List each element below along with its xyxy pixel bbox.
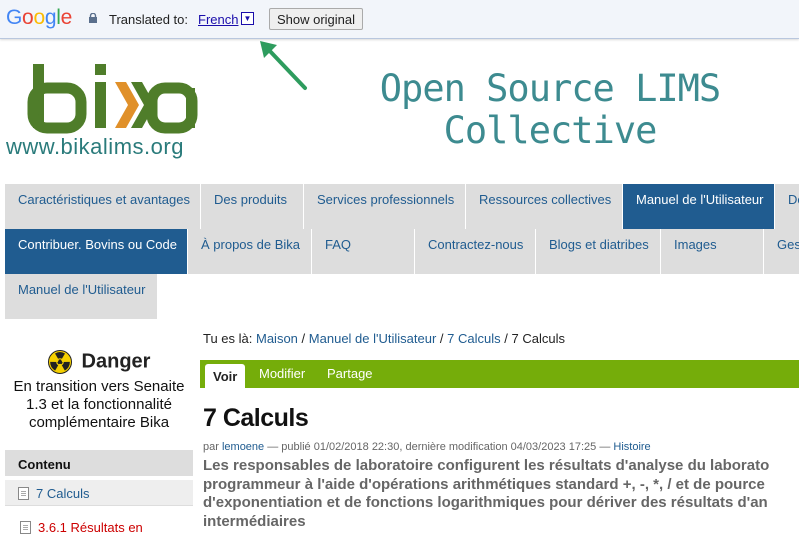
breadcrumb: Tu es là: Maison / Manuel de l'Utilisate… (203, 331, 565, 346)
language-dropdown-icon[interactable]: ▼ (241, 12, 254, 25)
nav-faq[interactable]: FAQ (312, 229, 415, 274)
nav-blogs[interactable]: Blogs et diatribes (536, 229, 661, 274)
toc-subitem[interactable]: 3.6.1 Résultats en (20, 520, 143, 535)
danger-line: complémentaire Bika (28, 414, 170, 431)
nav-row-3: Manuel de l'Utilisateur (5, 274, 799, 319)
nav-row-1: Caractéristiques et avantages Des produi… (5, 184, 799, 229)
nav-contact[interactable]: Contractez-nous (415, 229, 536, 274)
nav-about[interactable]: À propos de Bika (188, 229, 312, 274)
nav-user-manual[interactable]: Manuel de l'Utilisateur (623, 184, 775, 229)
toc-subitem-label: 3.6.1 Résultats en (38, 520, 143, 535)
radiation-icon (47, 350, 72, 374)
danger-title: Danger (81, 350, 151, 373)
toc-item-label: 7 Calculs (36, 486, 90, 501)
breadcrumb-user-manual[interactable]: Manuel de l'Utilisateur (309, 331, 437, 346)
nav-images[interactable]: Images (661, 229, 764, 274)
nav-user-manual-2[interactable]: Manuel de l'Utilisateur (5, 274, 158, 319)
toc-item[interactable]: 7 Calculs (5, 480, 193, 506)
document-icon (18, 487, 29, 500)
nav-services[interactable]: Services professionnels (304, 184, 466, 229)
breadcrumb-sep: / (504, 331, 508, 346)
arrow-annotation-icon (260, 41, 307, 90)
breadcrumb-calculs[interactable]: 7 Calculs (447, 331, 500, 346)
nav-features[interactable]: Caractéristiques et avantages (5, 184, 201, 229)
language-link[interactable]: French (198, 12, 238, 27)
description: Les responsables de laboratoire configur… (203, 457, 799, 531)
breadcrumb-sep: / (439, 331, 444, 346)
translate-bar: Google Translated to: French ▼ Show orig… (0, 0, 799, 39)
document-icon (20, 521, 31, 534)
lock-icon (89, 13, 97, 23)
byline-meta: — publié 01/02/2018 22:30, dernière modi… (267, 441, 611, 453)
description-line: Les responsables de laboratoire configur… (203, 457, 770, 474)
nav-contribute[interactable]: Contribuer. Bovins ou Code (5, 229, 188, 274)
content-tabs: Voir Modifier Partage (200, 360, 799, 388)
translated-to-label: Translated to: (109, 12, 189, 27)
danger-text: En transition vers Senaite 1.3 et la fon… (5, 378, 193, 432)
nav-resources[interactable]: Ressources collectives (466, 184, 623, 229)
danger-heading: Danger (5, 350, 193, 374)
tab-share[interactable]: Partage (327, 366, 373, 381)
page-title: 7 Calculs (203, 404, 309, 432)
nav-more[interactable]: De (775, 184, 799, 229)
tagline-line2: Collective (443, 109, 658, 152)
nav-products[interactable]: Des produits (201, 184, 304, 229)
nav-ges[interactable]: Ges (764, 229, 799, 274)
author-link[interactable]: lemoene (222, 441, 264, 453)
description-line: intermédiaires (203, 512, 306, 530)
nav-row-2: Contribuer. Bovins ou Code À propos de B… (5, 229, 799, 274)
show-original-button[interactable]: Show original (269, 8, 363, 30)
bika-logo (27, 64, 198, 134)
google-logo: Google (6, 6, 72, 29)
description-line: d'exponentiation et de fonctions logarit… (203, 494, 768, 511)
description-line: programmeur à l'aide d'opérations arithm… (203, 475, 765, 493)
tab-view[interactable]: Voir (205, 364, 246, 388)
breadcrumb-current: 7 Calculs (511, 331, 565, 346)
breadcrumb-sep: / (301, 331, 306, 346)
danger-line: 1.3 et la fonctionnalité (26, 396, 172, 413)
bika-url[interactable]: www.bikalims.org (6, 134, 184, 160)
danger-line: En transition vers Senaite (13, 378, 185, 395)
history-link[interactable]: Histoire (613, 441, 650, 453)
byline-by: par (203, 441, 219, 453)
tab-edit[interactable]: Modifier (259, 366, 305, 381)
byline: par lemoene — publié 01/02/2018 22:30, d… (203, 441, 651, 453)
breadcrumb-prefix: Tu es là: (203, 331, 253, 346)
tagline: Open Source LIMS Collective (310, 68, 790, 152)
tagline-line1: Open Source LIMS (379, 67, 721, 110)
breadcrumb-home[interactable]: Maison (256, 331, 298, 346)
toc-heading: Contenu (5, 450, 193, 476)
